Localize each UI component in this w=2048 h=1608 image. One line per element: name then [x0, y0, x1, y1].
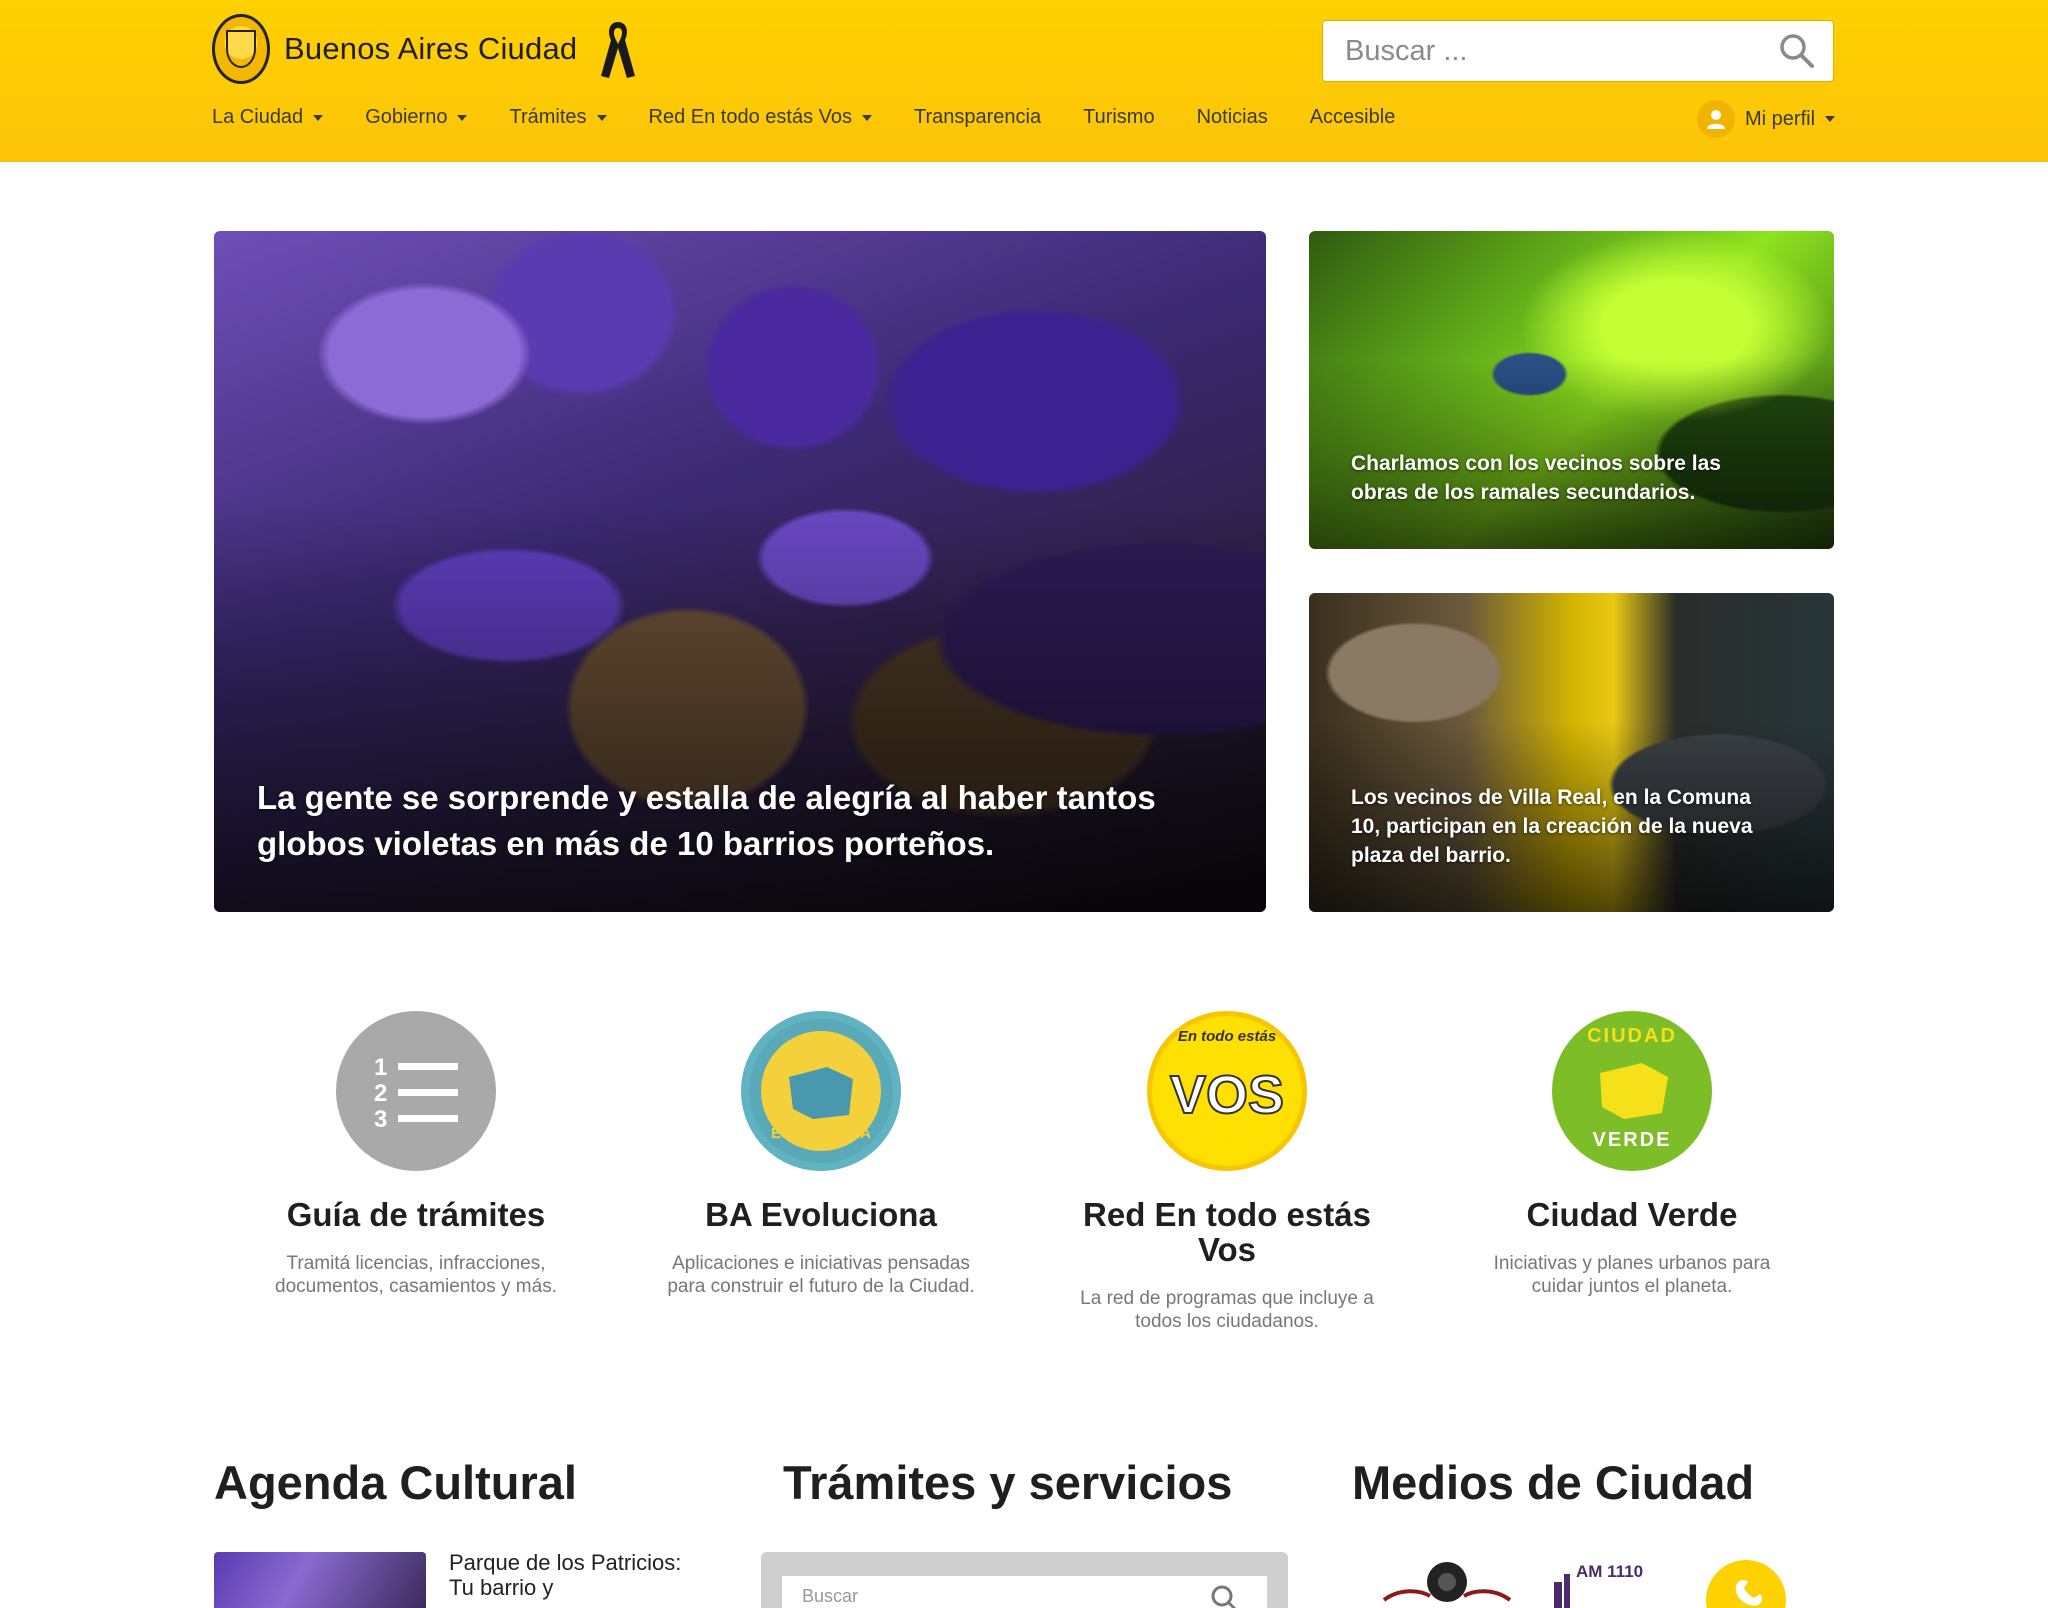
mourning-ribbon-icon — [601, 22, 636, 78]
ciudad-verde-logo: CIUDAD VERDE — [1552, 1011, 1712, 1171]
svg-text:3: 3 — [374, 1106, 387, 1133]
hero-side1-caption: Charlamos con los vecinos sobre las obra… — [1351, 452, 1721, 504]
nav-red-en-todo-estas-vos[interactable]: Red En todo estás Vos — [649, 106, 872, 129]
nav-gobierno[interactable]: Gobierno — [365, 106, 468, 129]
nav-transparencia[interactable]: Transparencia — [914, 106, 1041, 129]
chevron-down-icon — [457, 114, 468, 121]
tramites-search-box — [761, 1552, 1288, 1608]
feature-description: Iniciativas y planes urbanos para cuidar… — [1493, 1253, 1771, 1297]
hero-side-story-1[interactable]: Charlamos con los vecinos sobre las obra… — [1309, 231, 1834, 549]
profile-label: Mi perfil — [1745, 107, 1816, 130]
feature-description: La red de programas que incluye a todos … — [1080, 1288, 1374, 1332]
feature-title: Red En todo estás Vos — [1083, 1196, 1371, 1268]
hero-main-story[interactable]: La gente se sorprende y estalla de alegr… — [214, 231, 1266, 912]
profile-menu[interactable]: Mi perfil — [1697, 100, 1836, 138]
feature-title: Guía de trámites — [286, 1196, 546, 1233]
chevron-down-icon — [596, 114, 607, 121]
search-icon[interactable] — [1210, 1584, 1240, 1608]
nav-noticias[interactable]: Noticias — [1197, 106, 1268, 129]
hero-main-caption: La gente se sorprende y estalla de alegr… — [257, 779, 1156, 862]
ba-evoluciona-logo: EVOLUCIONA — [741, 1011, 901, 1171]
nav-tramites[interactable]: Trámites — [509, 106, 607, 129]
svg-text:1: 1 — [374, 1054, 387, 1081]
user-avatar-icon — [1697, 100, 1735, 138]
feature-guia-de-tramites[interactable]: 1 2 3 Guía de trámites Tramitá licencias… — [246, 1011, 586, 1298]
medios-de-ciudad-title: Medios de Ciudad — [1352, 1456, 1755, 1509]
feature-ciudad-verde[interactable]: CIUDAD VERDE Ciudad Verde Iniciativas y … — [1462, 1011, 1802, 1298]
tramites-search-input[interactable] — [782, 1576, 1267, 1608]
main-nav: La Ciudad Gobierno Trámites Red En todo … — [212, 106, 1437, 129]
chevron-down-icon — [313, 114, 324, 121]
chevron-down-icon — [861, 114, 872, 121]
agenda-item-title[interactable]: Parque de los Patricios: Tu barrio y — [449, 1550, 689, 1600]
brand-name: Buenos Aires Ciudad — [284, 31, 578, 66]
feature-title: Ciudad Verde — [1526, 1196, 1738, 1233]
search-icon[interactable] — [1778, 32, 1816, 70]
site-header: Buenos Aires Ciudad La Ciudad Gobierno T… — [0, 0, 2048, 162]
vos-logo: En todo estás VOS — [1147, 1011, 1307, 1171]
search-input[interactable] — [1323, 21, 1753, 81]
city-seal-logo — [212, 14, 270, 84]
svg-text:2: 2 — [374, 1080, 387, 1107]
agenda-item-thumbnail[interactable] — [214, 1552, 426, 1608]
nav-accesible[interactable]: Accesible — [1310, 106, 1396, 129]
nav-la-ciudad[interactable]: La Ciudad — [212, 106, 324, 129]
tramites-servicios-title: Trámites y servicios — [783, 1456, 1233, 1509]
feature-title: BA Evoluciona — [705, 1196, 937, 1233]
nav-turismo[interactable]: Turismo — [1083, 106, 1154, 129]
hero-side2-caption: Los vecinos de Villa Real, en la Comuna … — [1351, 786, 1753, 867]
brand[interactable]: Buenos Aires Ciudad — [212, 14, 637, 84]
feature-description: Tramitá licencias, infracciones, documen… — [275, 1253, 557, 1297]
hero-side-story-2[interactable]: Los vecinos de Villa Real, en la Comuna … — [1309, 593, 1834, 912]
radio-speaker-logo[interactable] — [1380, 1560, 1514, 1608]
am-1110-label: AM 1110 — [1576, 1562, 1644, 1581]
phone-logo[interactable] — [1706, 1560, 1786, 1608]
agenda-cultural-title: Agenda Cultural — [214, 1456, 577, 1509]
am-1110-logo[interactable]: AM 1110 — [1552, 1560, 1644, 1608]
search-box — [1322, 20, 1834, 82]
chevron-down-icon — [1825, 116, 1836, 122]
feature-ba-evoluciona[interactable]: EVOLUCIONA BA Evoluciona Aplicaciones e … — [651, 1011, 991, 1298]
feature-red-en-todo-estas-vos[interactable]: En todo estás VOS Red En todo estás Vos … — [1057, 1011, 1397, 1333]
numbered-list-icon: 1 2 3 — [336, 1011, 496, 1171]
feature-description: Aplicaciones e iniciativas pensadas para… — [667, 1253, 975, 1297]
